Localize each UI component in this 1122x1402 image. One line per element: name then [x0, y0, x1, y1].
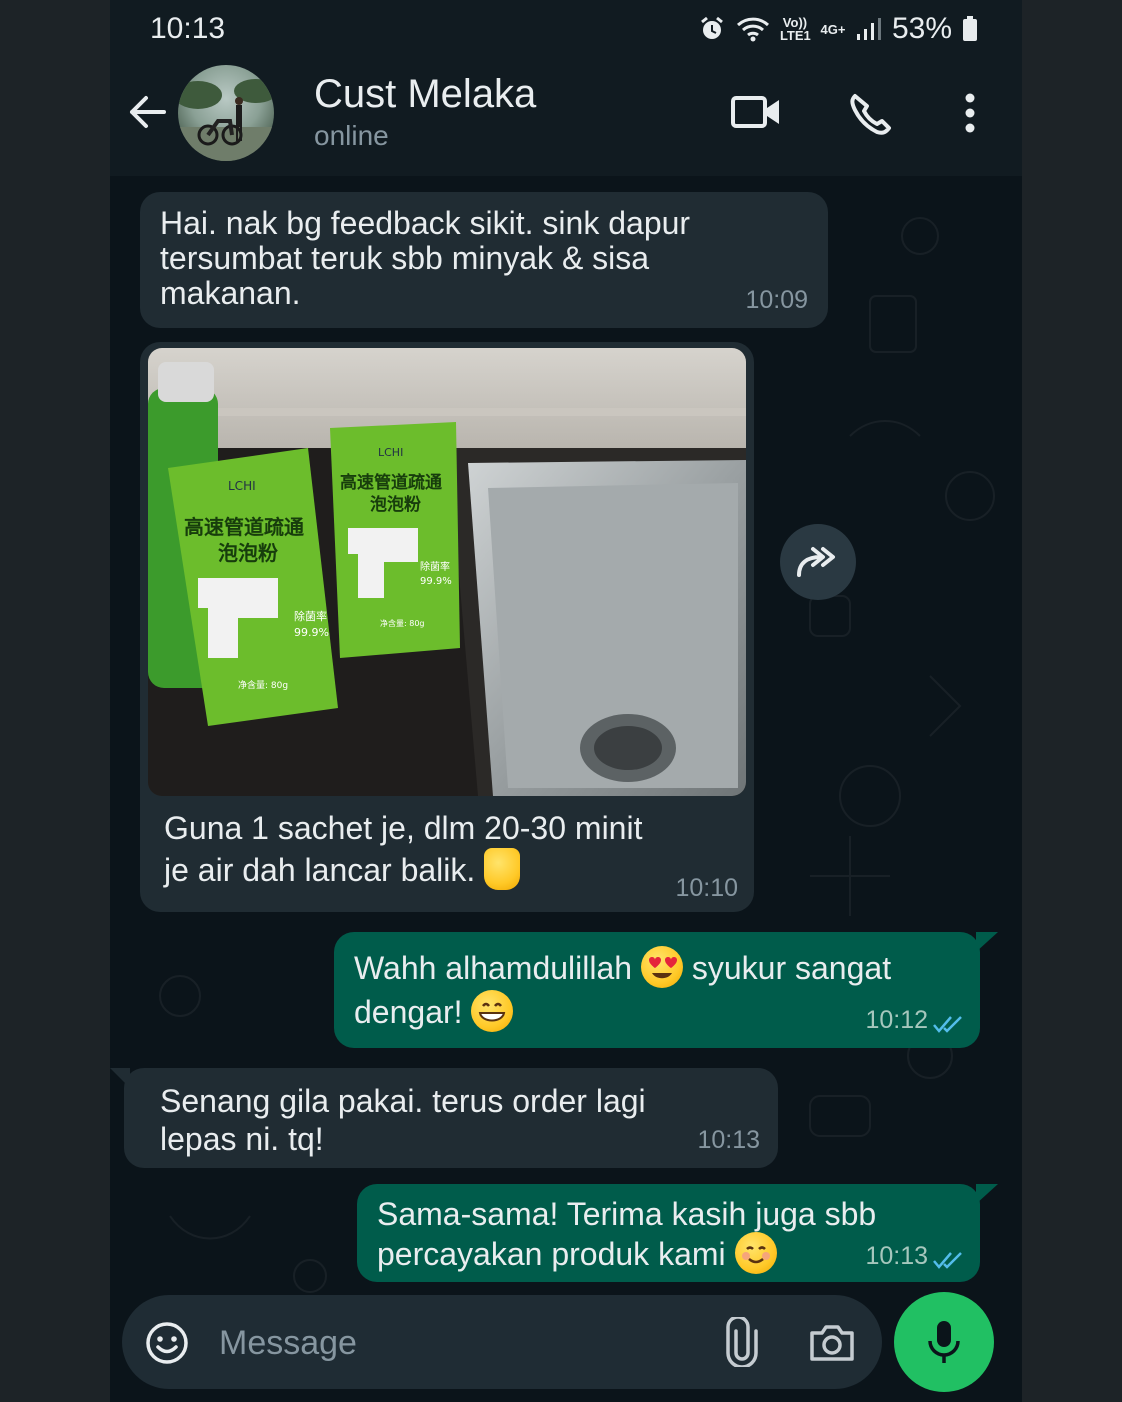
- message-text-part-2: syukur sangat: [691, 950, 892, 986]
- message-text: Senang gila pakai. terus order lagi lepa…: [160, 1083, 646, 1157]
- photo-sink-product: LCHI 高速管道疏通 泡泡粉 除菌率 99.9% 净含量: 80g LCHI …: [148, 348, 746, 796]
- message-text: Sama-sama! Terima kasih juga sbb percaya…: [377, 1196, 877, 1274]
- sachet2-brand: LCHI: [378, 446, 403, 459]
- emoji-icon[interactable]: [144, 1320, 190, 1366]
- message-text-line-2-wrap: percayakan produk kami: [377, 1232, 877, 1274]
- message-input[interactable]: [217, 1317, 701, 1369]
- read-ticks-icon: [933, 1016, 962, 1033]
- status-time: 10:13: [150, 12, 226, 45]
- attach-icon[interactable]: [724, 1317, 760, 1367]
- forward-button[interactable]: [780, 524, 856, 600]
- sachet2-badge-pct: 99.9%: [420, 576, 452, 587]
- camera-icon[interactable]: [808, 1321, 856, 1363]
- sachet-weight: 净含量: 80g: [238, 679, 288, 691]
- incoming-image-message[interactable]: LCHI 高速管道疏通 泡泡粉 除菌率 99.9% 净含量: 80g LCHI …: [140, 342, 754, 912]
- sachet-badge: 除菌率: [294, 609, 327, 623]
- microphone-icon: [928, 1321, 960, 1363]
- status-icons: Vo)) LTE1 4G+ 53%: [698, 12, 978, 46]
- sachet-brand: LCHI: [228, 479, 256, 493]
- contact-status: online: [314, 120, 389, 151]
- voice-record-button[interactable]: [894, 1292, 994, 1392]
- message-text-line-1: Guna 1 sachet je, dlm 20-30 minit: [164, 810, 643, 846]
- phone-screen: 10:13 Vo)) LTE1 4G+ 53% Cust Melaka onli…: [110, 0, 1022, 1402]
- message-time: 10:13: [865, 1242, 928, 1270]
- message-text: Guna 1 sachet je, dlm 20-30 minit je air…: [164, 808, 684, 890]
- message-time: 10:12: [865, 1006, 928, 1034]
- incoming-message[interactable]: Senang gila pakai. terus order lagi lepa…: [110, 1068, 778, 1168]
- sachet-name-1: 高速管道疏通: [184, 515, 304, 539]
- sachet2-name-1: 高速管道疏通: [340, 472, 442, 493]
- message-text-line-2: je air dah lancar balik.: [164, 848, 684, 890]
- outgoing-message[interactable]: Wahh alhamdulillah syukur sangat dengar!…: [334, 932, 998, 1048]
- message-text-part-1: Wahh alhamdulillah: [354, 950, 633, 986]
- alarm-icon: [701, 16, 723, 39]
- message-text: Wahh alhamdulillah syukur sangat dengar!: [354, 946, 914, 1034]
- volte-indicator: Vo)) LTE1: [779, 15, 811, 43]
- chat-header: 10:13 Vo)) LTE1 4G+ 53% Cust Melaka onli…: [110, 0, 1022, 176]
- smiling-emoji-icon: [734, 1232, 777, 1274]
- message-text-line-2-text: je air dah lancar balik.: [164, 852, 476, 888]
- sachet2-name-2: 泡泡粉: [370, 494, 421, 515]
- message-time: 10:13: [697, 1126, 760, 1154]
- avatar-photo: [178, 79, 274, 161]
- sachet2-badge: 除菌率: [420, 560, 450, 573]
- contact-name[interactable]: Cust Melaka: [314, 72, 536, 117]
- shared-photo[interactable]: LCHI 高速管道疏通 泡泡粉 除菌率 99.9% 净含量: 80g LCHI …: [148, 348, 746, 796]
- signal-icon: [856, 18, 881, 40]
- chat-area[interactable]: Hai. nak bg feedback sikit. sink dapur t…: [110, 176, 1022, 1402]
- grinning-emoji-icon: [471, 990, 514, 1032]
- more-options-icon[interactable]: [960, 92, 980, 136]
- forward-icon: [797, 547, 835, 577]
- bubble-tail: [976, 932, 998, 952]
- read-ticks-icon: [933, 1252, 962, 1269]
- heart-eyes-emoji-icon: [640, 946, 683, 988]
- video-call-icon[interactable]: [730, 92, 782, 132]
- outgoing-message[interactable]: Sama-sama! Terima kasih juga sbb percaya…: [357, 1184, 998, 1282]
- incoming-message[interactable]: Hai. nak bg feedback sikit. sink dapur t…: [140, 192, 828, 328]
- message-text-line-2: percayakan produk kami: [377, 1236, 726, 1272]
- message-text-line-1: Sama-sama! Terima kasih juga sbb: [377, 1196, 877, 1232]
- sachet-name-2: 泡泡粉: [218, 541, 278, 565]
- back-arrow-icon[interactable]: [124, 90, 172, 134]
- battery-icon: [963, 16, 977, 41]
- sachet2-weight: 净含量: 80g: [380, 618, 425, 628]
- wifi-icon: [736, 17, 769, 42]
- message-text: Hai. nak bg feedback sikit. sink dapur t…: [160, 205, 691, 311]
- contact-avatar[interactable]: [178, 65, 274, 161]
- message-composer: [122, 1295, 882, 1389]
- thumbs-up-icon: [484, 848, 521, 890]
- message-text-part-3: dengar!: [354, 994, 463, 1030]
- sachet-badge-pct: 99.9%: [294, 626, 329, 639]
- bubble-tail: [976, 1184, 998, 1204]
- message-time: 10:10: [675, 874, 738, 902]
- voice-call-icon[interactable]: [847, 92, 895, 136]
- bubble-tail: [110, 1068, 130, 1088]
- network-type: 4G+: [820, 21, 846, 37]
- message-time: 10:09: [745, 286, 808, 314]
- battery-percent: 53%: [891, 12, 952, 45]
